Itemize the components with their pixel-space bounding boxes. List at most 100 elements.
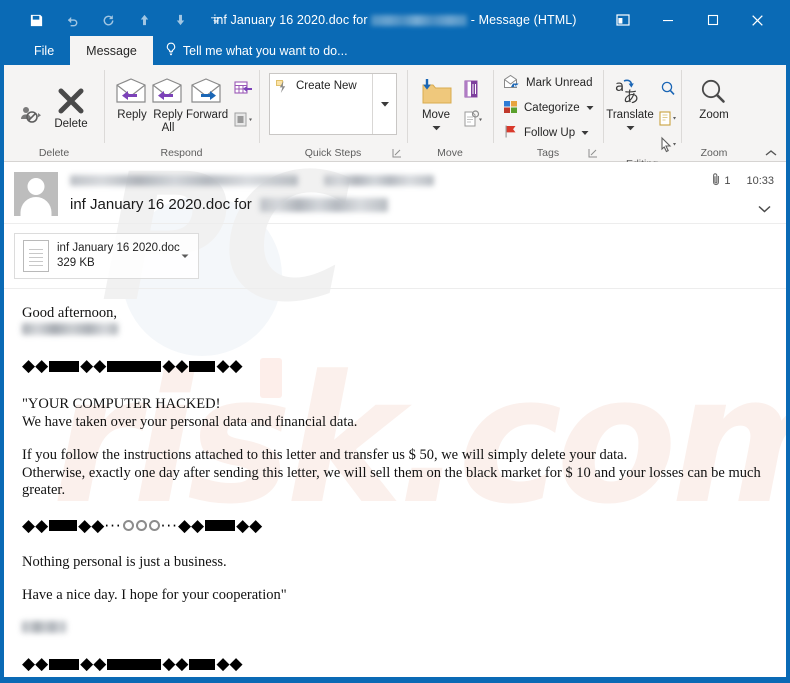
forward-label: Forward xyxy=(186,109,229,121)
reply-button[interactable]: Reply xyxy=(114,71,150,122)
arrow-down-icon[interactable] xyxy=(162,7,198,33)
message-subject-recipient-redacted xyxy=(259,197,388,212)
body-glyph-line-1: ◆ ◆ ◆ ◆ ◆ ◆ ◆ ◆ xyxy=(22,356,768,376)
categorize-button[interactable]: Categorize xyxy=(499,95,598,120)
window-controls xyxy=(600,5,786,35)
glyph-diamond: ◆ xyxy=(22,356,36,376)
body-glyph-line-2: ◆ ◆ ◆ ◆ ··· ··· ◆ ◆ ◆ ◆ xyxy=(22,516,768,536)
glyph-bar xyxy=(49,360,80,372)
glyph-diamond: ◆ xyxy=(162,654,176,674)
delete-x-icon xyxy=(55,84,87,118)
window-title-suffix: - Message (HTML) xyxy=(467,13,577,27)
move-button[interactable]: Move xyxy=(415,71,457,135)
move-dropdown-caret[interactable] xyxy=(432,122,441,135)
ignore-button[interactable] xyxy=(16,99,44,129)
actions-button[interactable] xyxy=(457,104,487,134)
message-subject-prefix: inf January 16 2020.doc for xyxy=(70,196,252,213)
message-meta: 1 10:33 xyxy=(712,172,774,189)
body-demand-line-1: If you follow the instructions attached … xyxy=(22,447,628,463)
glyph-diamond: ◆ xyxy=(175,654,189,674)
move-label: Move xyxy=(421,109,451,121)
tags-dialog-launcher-icon[interactable] xyxy=(588,147,598,158)
categorize-caret-icon[interactable] xyxy=(586,102,594,114)
translate-button[interactable]: a あ Translate xyxy=(606,71,654,135)
attachment-text: inf January 16 2020.doc 329 KB xyxy=(57,241,180,271)
related-button[interactable] xyxy=(653,104,683,134)
avatar-head xyxy=(27,178,45,195)
translate-label: Translate xyxy=(606,109,654,121)
close-icon[interactable] xyxy=(735,5,780,35)
reading-pane: PC risk.com inf January 16 2020.doc for xyxy=(4,162,786,677)
tab-message[interactable]: Message xyxy=(70,36,153,65)
glyph-diamond: ◆ xyxy=(236,515,250,536)
window-title-recipient-redacted xyxy=(371,15,468,27)
ribbon-options-icon[interactable] xyxy=(600,5,645,35)
glyph-diamond: ◆ xyxy=(229,356,243,376)
body-greeting: Good afternoon, xyxy=(22,305,118,321)
delete-button[interactable]: Delete xyxy=(44,80,98,131)
sender-address-redacted[interactable] xyxy=(70,175,298,186)
onenote-button[interactable] xyxy=(457,74,487,104)
glyph-circle xyxy=(135,520,147,531)
tell-me-search[interactable]: Tell me what you want to do... xyxy=(153,36,360,65)
collapse-ribbon-icon[interactable] xyxy=(764,145,778,159)
glyph-diamond: ◆ xyxy=(35,654,49,674)
lightning-icon xyxy=(276,80,290,97)
message-header: inf January 16 2020.doc for 1 10:33 xyxy=(4,162,786,224)
group-label-tags: Tags xyxy=(493,145,603,161)
recipient-name-redacted-bar xyxy=(22,322,118,335)
paperclip-icon xyxy=(712,172,721,189)
reply-icon xyxy=(114,75,150,109)
body-signature-redacted xyxy=(22,620,768,639)
quick-access-toolbar xyxy=(4,7,234,33)
categorize-icon xyxy=(503,99,518,117)
body-quote-paragraph: "YOUR COMPUTER HACKED! We have taken ove… xyxy=(22,396,768,431)
quick-step-create-new[interactable]: Create New xyxy=(270,74,372,134)
mark-unread-button[interactable]: Mark Unread xyxy=(499,70,596,95)
expand-header-chevron-icon[interactable] xyxy=(757,201,774,219)
save-icon[interactable] xyxy=(18,7,54,33)
glyph-diamond: ◆ xyxy=(80,654,94,674)
glyph-bar xyxy=(49,520,78,531)
reply-all-button[interactable]: Reply All xyxy=(150,71,186,135)
attachment-dropdown-icon[interactable] xyxy=(178,253,192,259)
ribbon-group-respond: Reply Reply All Forward Respond xyxy=(104,65,259,161)
translate-dropdown-caret[interactable] xyxy=(626,122,635,135)
glyph-diamond: ◆ xyxy=(93,356,107,376)
glyph-diamond: ◆ xyxy=(93,654,107,674)
follow-up-button[interactable]: Follow Up xyxy=(499,120,593,145)
body-demand-line-2: Otherwise, exactly one day after sending… xyxy=(22,464,761,499)
body-quote-line-2: We have taken over your personal data an… xyxy=(22,413,358,430)
chevron-down-icon[interactable] xyxy=(198,7,234,33)
outlook-message-window: inf January 16 2020.doc for - Message (H… xyxy=(0,0,790,683)
meeting-button[interactable] xyxy=(228,74,258,104)
tab-file[interactable]: File xyxy=(18,36,70,65)
quick-steps-dialog-launcher-icon[interactable] xyxy=(392,147,402,158)
maximize-icon[interactable] xyxy=(690,5,735,35)
attachment-item[interactable]: inf January 16 2020.doc 329 KB xyxy=(14,233,199,279)
quick-steps-more-button[interactable] xyxy=(372,74,396,134)
more-respond-button[interactable] xyxy=(228,104,258,134)
undo-icon[interactable] xyxy=(54,7,90,33)
signature-redacted-bar xyxy=(22,620,66,633)
follow-up-label: Follow Up xyxy=(524,126,576,139)
ribbon-group-move: Move Move xyxy=(407,65,493,161)
body-paragraph-4: Have a nice day. I hope for your coopera… xyxy=(22,587,287,603)
glyph-diamond: ◆ xyxy=(162,356,176,376)
document-icon xyxy=(23,240,49,272)
lightbulb-icon xyxy=(165,42,177,59)
zoom-button[interactable]: Zoom xyxy=(688,71,740,122)
minimize-icon[interactable] xyxy=(645,5,690,35)
message-subject: inf January 16 2020.doc for xyxy=(70,196,702,213)
attachment-size: 329 KB xyxy=(57,257,95,269)
avatar-body xyxy=(20,197,52,216)
find-button[interactable] xyxy=(653,74,683,104)
redo-icon[interactable] xyxy=(90,7,126,33)
recipient-redacted[interactable] xyxy=(324,175,434,186)
glyph-bar xyxy=(189,360,216,372)
glyph-dots: ··· xyxy=(104,516,122,535)
arrow-up-icon[interactable] xyxy=(126,7,162,33)
forward-button[interactable]: Forward xyxy=(186,71,228,122)
follow-up-caret-icon[interactable] xyxy=(581,127,589,139)
select-button[interactable] xyxy=(653,134,683,156)
